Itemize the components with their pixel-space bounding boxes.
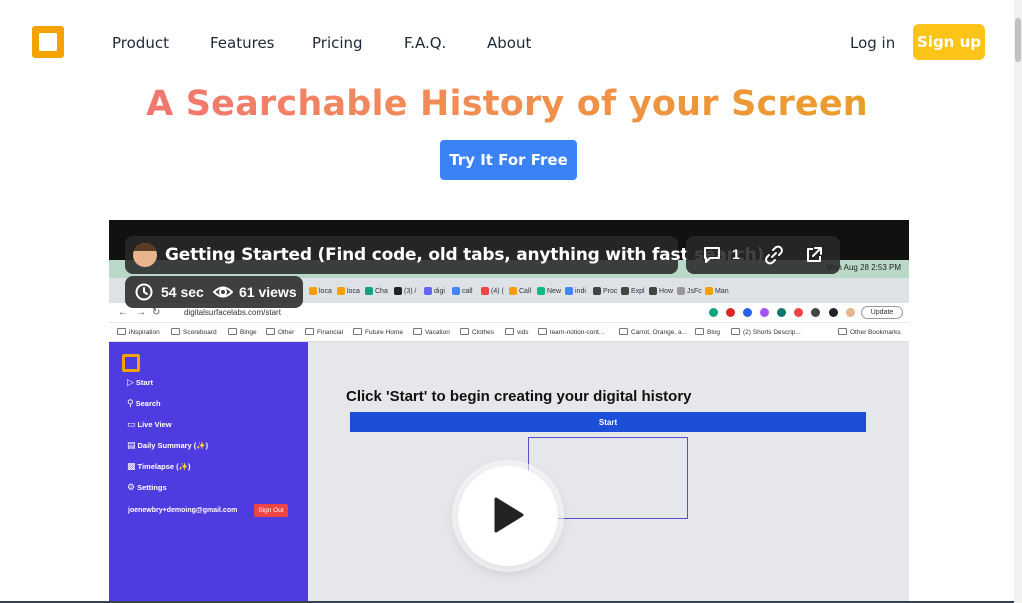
app-main-title: Click 'Start' to begin creating your dig… bbox=[346, 388, 692, 405]
bookmark: learn-notion-cont... bbox=[538, 328, 604, 336]
app-start-button: Start bbox=[350, 412, 866, 432]
nav-link-faq[interactable]: F.A.Q. bbox=[404, 34, 446, 52]
sidebar-item-search: ⚲ Search bbox=[127, 398, 161, 408]
browser-tab: New bbox=[537, 283, 561, 299]
hero-headline: A Searchable History of your Screen bbox=[0, 84, 1014, 124]
comment-icon[interactable] bbox=[702, 245, 722, 265]
bookmark: Clothes bbox=[460, 328, 494, 336]
browser-tab: loca bbox=[337, 283, 360, 299]
browser-tab: digi bbox=[424, 283, 445, 299]
login-link[interactable]: Log in bbox=[850, 34, 895, 52]
scrollbar-thumb[interactable] bbox=[1015, 18, 1021, 62]
sidebar-item-timelapse: ▩ Timelapse (✨) bbox=[127, 461, 191, 471]
app-logo bbox=[122, 354, 140, 372]
browser-tab: JsFc bbox=[677, 283, 702, 299]
bookmark: Financial bbox=[305, 328, 343, 336]
gear-icon: ⚙ bbox=[127, 482, 136, 492]
extension-icon bbox=[829, 308, 838, 317]
bookmark: Binge bbox=[228, 328, 257, 336]
browser-tab: loca bbox=[309, 283, 332, 299]
extension-icon bbox=[777, 308, 786, 317]
play-circle-icon: ▷ bbox=[127, 377, 134, 387]
video-duration: 54 sec bbox=[161, 284, 204, 300]
video-title-overlay[interactable]: Getting Started (Find code, old tabs, an… bbox=[125, 236, 764, 274]
nav-link-about[interactable]: About bbox=[487, 34, 531, 52]
bookmark: Blog bbox=[695, 328, 720, 336]
extension-icon bbox=[726, 308, 735, 317]
top-navbar: Product Features Pricing F.A.Q. About Lo… bbox=[0, 0, 1014, 84]
nav-link-product[interactable]: Product bbox=[112, 34, 169, 52]
bookmark: Other bbox=[266, 328, 294, 336]
back-arrow-icon: ← bbox=[118, 307, 128, 318]
sidebar-item-settings: ⚙ Settings bbox=[127, 482, 167, 492]
extension-icon bbox=[811, 308, 820, 317]
browser-update-button: Update bbox=[861, 306, 903, 319]
brand-logo[interactable] bbox=[32, 26, 64, 58]
app-sidebar: ▷ Start ⚲ Search ▭ Live View ▤ Daily Summary… bbox=[109, 342, 308, 603]
video-stats: 54 sec 61 views bbox=[125, 276, 303, 308]
bookmark: Scoreboard bbox=[171, 328, 217, 336]
film-icon: ▩ bbox=[127, 461, 136, 471]
extension-icon bbox=[760, 308, 769, 317]
profile-avatar-icon bbox=[846, 308, 855, 317]
browser-url: digitalsurfacelabs.com/start bbox=[184, 308, 281, 317]
video-title: Getting Started (Find code, old tabs, an… bbox=[165, 245, 765, 265]
try-free-button[interactable]: Try It For Free bbox=[440, 140, 577, 180]
bookmarks-bar: iNspiration Scoreboard Binge Other Finan… bbox=[109, 323, 909, 342]
signup-button[interactable]: Sign up bbox=[913, 24, 985, 60]
video-views: 61 views bbox=[239, 284, 297, 300]
monitor-icon: ▭ bbox=[127, 419, 136, 429]
signout-button: Sign Out bbox=[254, 504, 288, 517]
calendar-icon: ▤ bbox=[127, 440, 136, 450]
browser-tab: (4) ( bbox=[481, 283, 504, 299]
sidebar-item-start: ▷ Start bbox=[127, 377, 154, 387]
bookmark: Vacation bbox=[413, 328, 450, 336]
page-scrollbar[interactable] bbox=[1014, 0, 1022, 603]
bookmark: Future Home bbox=[353, 328, 403, 336]
author-avatar bbox=[133, 243, 157, 267]
sidebar-item-live-view: ▭ Live View bbox=[127, 419, 172, 429]
bookmark: vids bbox=[505, 328, 529, 336]
bookmark: Other Bookmarks bbox=[838, 328, 901, 336]
browser-tab: (3) / bbox=[394, 283, 416, 299]
user-email: joenewbry+demoing@gmail.com bbox=[128, 507, 238, 514]
play-icon bbox=[494, 497, 524, 533]
forward-arrow-icon: → bbox=[136, 307, 146, 318]
browser-tab: Expl bbox=[621, 283, 645, 299]
search-icon: ⚲ bbox=[127, 398, 134, 408]
browser-tab: Proc bbox=[593, 283, 617, 299]
extension-icon bbox=[743, 308, 752, 317]
extension-icon bbox=[794, 308, 803, 317]
bookmark: Carrot, Orange, a... bbox=[619, 328, 687, 336]
link-icon[interactable] bbox=[764, 245, 784, 265]
browser-tab: Cha bbox=[365, 283, 388, 299]
nav-link-pricing[interactable]: Pricing bbox=[312, 34, 363, 52]
browser-tab: How bbox=[649, 283, 673, 299]
reload-icon: ↻ bbox=[152, 307, 161, 318]
bookmark: (2) Shorts Descrip... bbox=[731, 328, 801, 336]
browser-tab: indi bbox=[565, 283, 586, 299]
comment-count: 1 bbox=[732, 246, 740, 262]
clock-icon bbox=[135, 283, 153, 301]
eye-icon bbox=[213, 286, 233, 298]
video-player[interactable]: Mon Aug 28 2:53 PM loca loca Cha (3) / d… bbox=[109, 220, 909, 603]
app-main-panel: Click 'Start' to begin creating your dig… bbox=[308, 342, 909, 603]
browser-tab: Man bbox=[705, 283, 729, 299]
play-button[interactable] bbox=[458, 466, 558, 566]
browser-tab: Call bbox=[509, 283, 531, 299]
external-link-icon[interactable] bbox=[804, 245, 824, 265]
video-actions: 1 bbox=[686, 236, 840, 274]
extension-icon bbox=[709, 308, 718, 317]
sidebar-item-daily-summary: ▤ Daily Summary (✨) bbox=[127, 440, 209, 450]
nav-link-features[interactable]: Features bbox=[210, 34, 275, 52]
bookmark: iNspiration bbox=[117, 328, 160, 336]
browser-tab: call bbox=[452, 283, 473, 299]
